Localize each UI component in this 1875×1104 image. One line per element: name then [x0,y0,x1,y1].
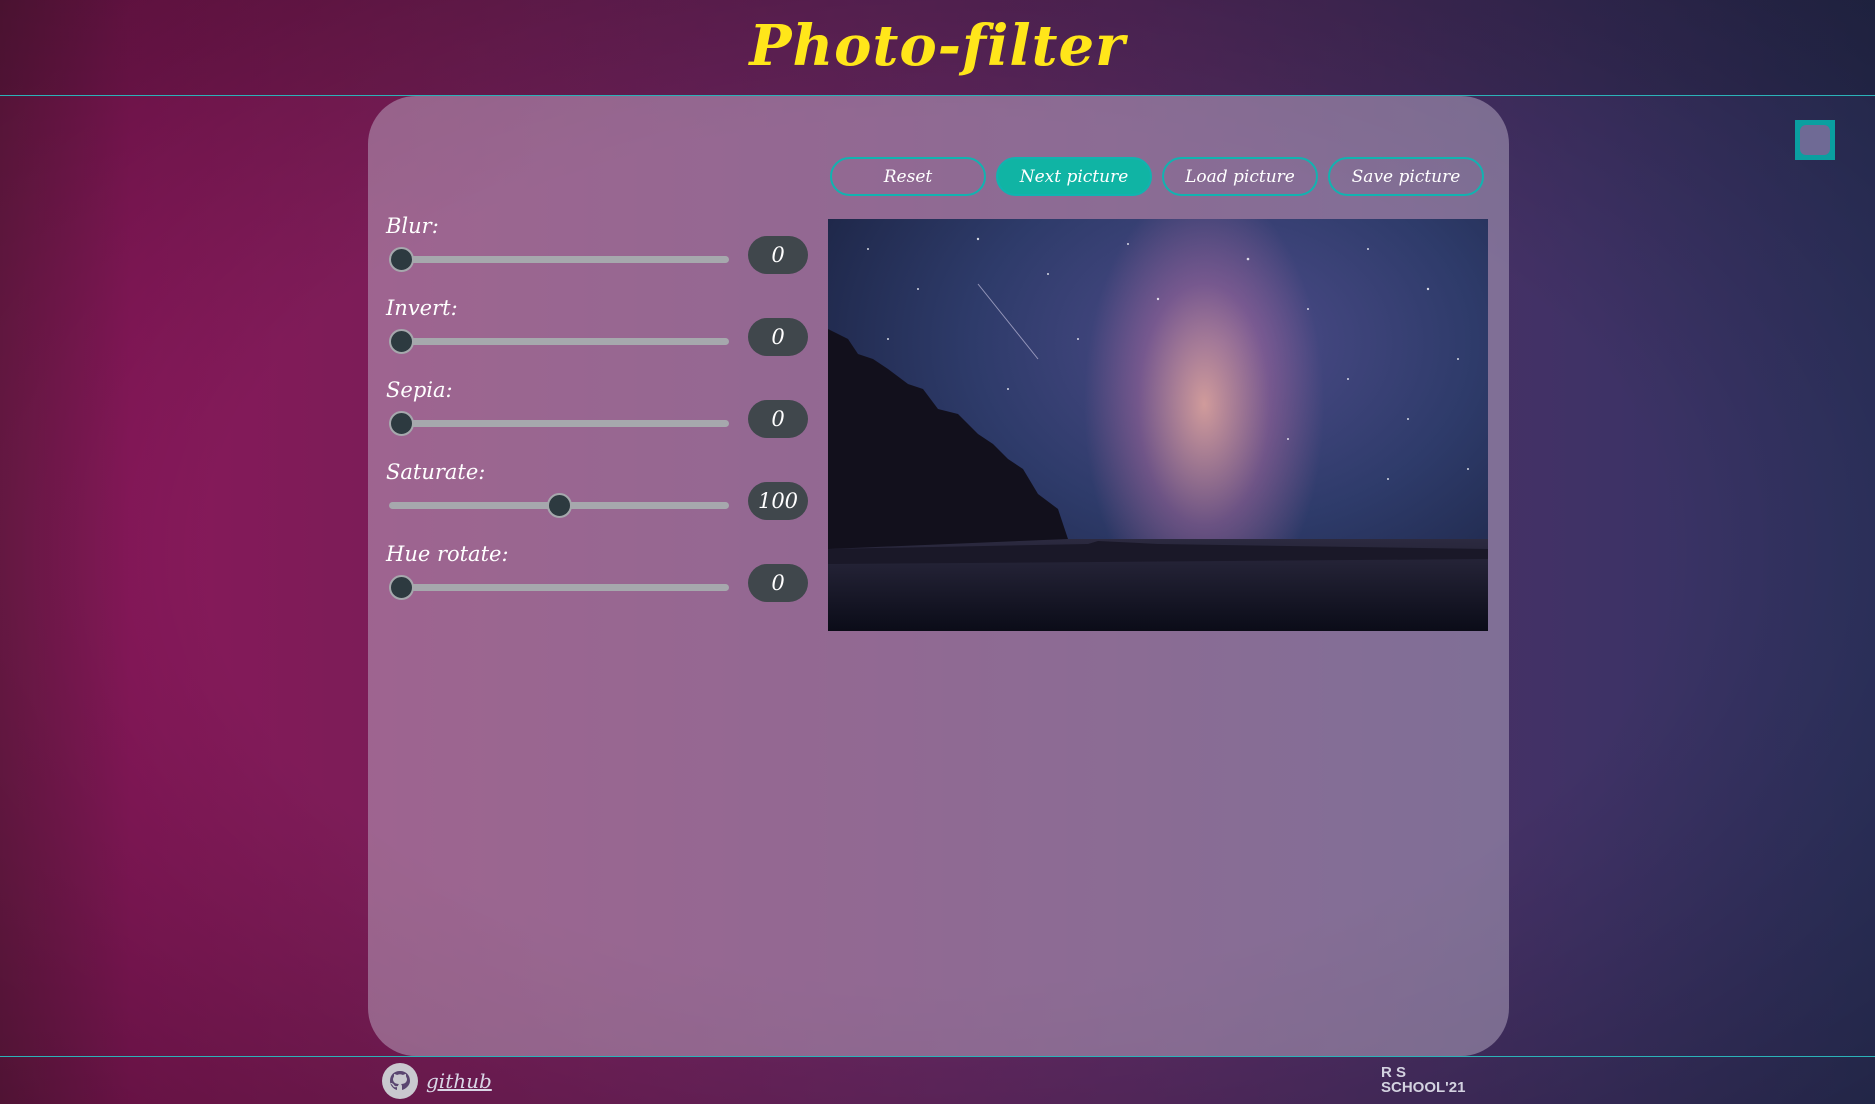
filter-blur: Blur: 0 [386,214,808,296]
blur-value: 0 [748,236,808,274]
hue-rotate-value: 0 [748,564,808,602]
night-sky-image [828,237,1488,631]
toolbar: Reset Next picture Load picture Save pic… [830,157,1484,196]
reset-button[interactable]: Reset [830,157,986,196]
photo-preview [828,219,1488,631]
invert-slider-track[interactable] [389,338,729,345]
next-picture-button[interactable]: Next picture [996,157,1152,196]
github-label: github [426,1069,492,1093]
fullscreen-icon [1800,125,1830,155]
filter-label: Hue rotate: [386,542,509,566]
github-icon [382,1063,418,1099]
load-picture-button[interactable]: Load picture [1162,157,1318,196]
sepia-value: 0 [748,400,808,438]
filter-saturate: Saturate: 100 [386,460,808,542]
save-picture-button[interactable]: Save picture [1328,157,1484,196]
blur-slider-track[interactable] [389,256,729,263]
filter-hue-rotate: Hue rotate: 0 [386,542,808,624]
page-footer: github R S SCHOOL'21 [0,1056,1875,1104]
github-link[interactable]: github [382,1063,492,1099]
filter-label: Invert: [386,296,458,320]
editor-panel: Reset Next picture Load picture Save pic… [368,96,1509,1056]
logo-line-2: SCHOOL'21 [1381,1079,1466,1096]
filter-sepia: Sepia: 0 [386,378,808,460]
page-title: Photo-filter [749,12,1126,79]
hue-rotate-slider-thumb[interactable] [389,575,414,600]
fullscreen-button[interactable] [1795,120,1835,160]
page-header: Photo-filter [0,0,1875,96]
filters-panel: Blur: 0 Invert: 0 Sepia: 0 Saturate: 100… [386,214,808,624]
filter-invert: Invert: 0 [386,296,808,378]
invert-value: 0 [748,318,808,356]
filter-label: Sepia: [386,378,453,402]
blur-slider-thumb[interactable] [389,247,414,272]
saturate-value: 100 [748,482,808,520]
saturate-slider-thumb[interactable] [546,493,572,518]
filter-label: Blur: [386,214,439,238]
sepia-slider-thumb[interactable] [389,411,414,436]
sepia-slider-track[interactable] [389,420,729,427]
logo-line-1: R S [1381,1064,1407,1081]
filter-label: Saturate: [386,460,486,484]
hue-rotate-slider-track[interactable] [389,584,729,591]
invert-slider-thumb[interactable] [389,329,414,354]
rs-school-logo[interactable]: R S SCHOOL'21 [1381,1065,1491,1099]
